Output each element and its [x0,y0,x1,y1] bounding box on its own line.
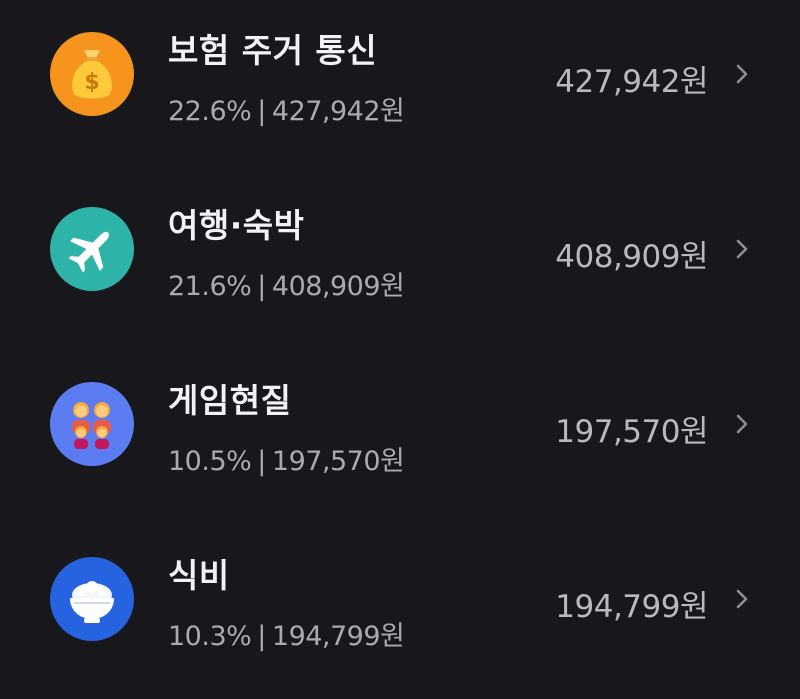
subtitle-separator: | [257,271,266,302]
category-percent: 10.3% [168,621,252,652]
subtitle-separator: | [257,96,266,127]
category-subtitle: 10.5% | 197,570원 [168,439,405,478]
category-list: $ 보험 주거 통신 22.6% | 427,942원 427,942원 여행·숙박… [0,0,800,696]
category-amount: 408,909원 [555,239,708,275]
category-detail-amount: 408,909원 [271,271,405,302]
category-subtitle: 22.6% | 427,942원 [168,89,405,128]
category-percent: 10.5% [168,446,252,477]
category-title: 여행·숙박 [168,206,305,245]
chevron-right-icon [736,414,748,434]
money-bag-icon: $ [50,32,134,116]
category-detail-amount: 194,799원 [271,621,405,652]
category-row-insurance[interactable]: $ 보험 주거 통신 22.6% | 427,942원 427,942원 [0,0,800,174]
category-row-game[interactable]: 게임현질 10.5% | 197,570원 197,570원 [0,350,800,524]
subtitle-separator: | [257,621,266,652]
category-title: 게임현질 [168,381,292,420]
category-amount: 194,799원 [555,589,708,625]
chevron-right-icon [736,239,748,259]
category-title: 식비 [168,556,230,595]
category-percent: 22.6% [168,96,252,127]
category-row-travel[interactable]: 여행·숙박 21.6% | 408,909원 408,909원 [0,175,800,349]
rice-bowl-icon [50,557,134,641]
category-detail-amount: 197,570원 [271,446,405,477]
subtitle-separator: | [257,446,266,477]
svg-text:$: $ [84,70,99,95]
category-detail-amount: 427,942원 [271,96,405,127]
category-title: 보험 주거 통신 [168,31,378,70]
chevron-right-icon [736,64,748,84]
category-subtitle: 21.6% | 408,909원 [168,264,405,303]
category-amount: 197,570원 [555,414,708,450]
family-icon [50,382,134,466]
category-row-food[interactable]: 식비 10.3% | 194,799원 194,799원 [0,525,800,699]
category-amount: 427,942원 [555,64,708,100]
chevron-right-icon [736,589,748,609]
category-percent: 21.6% [168,271,252,302]
airplane-icon [50,207,134,291]
category-subtitle: 10.3% | 194,799원 [168,614,405,653]
